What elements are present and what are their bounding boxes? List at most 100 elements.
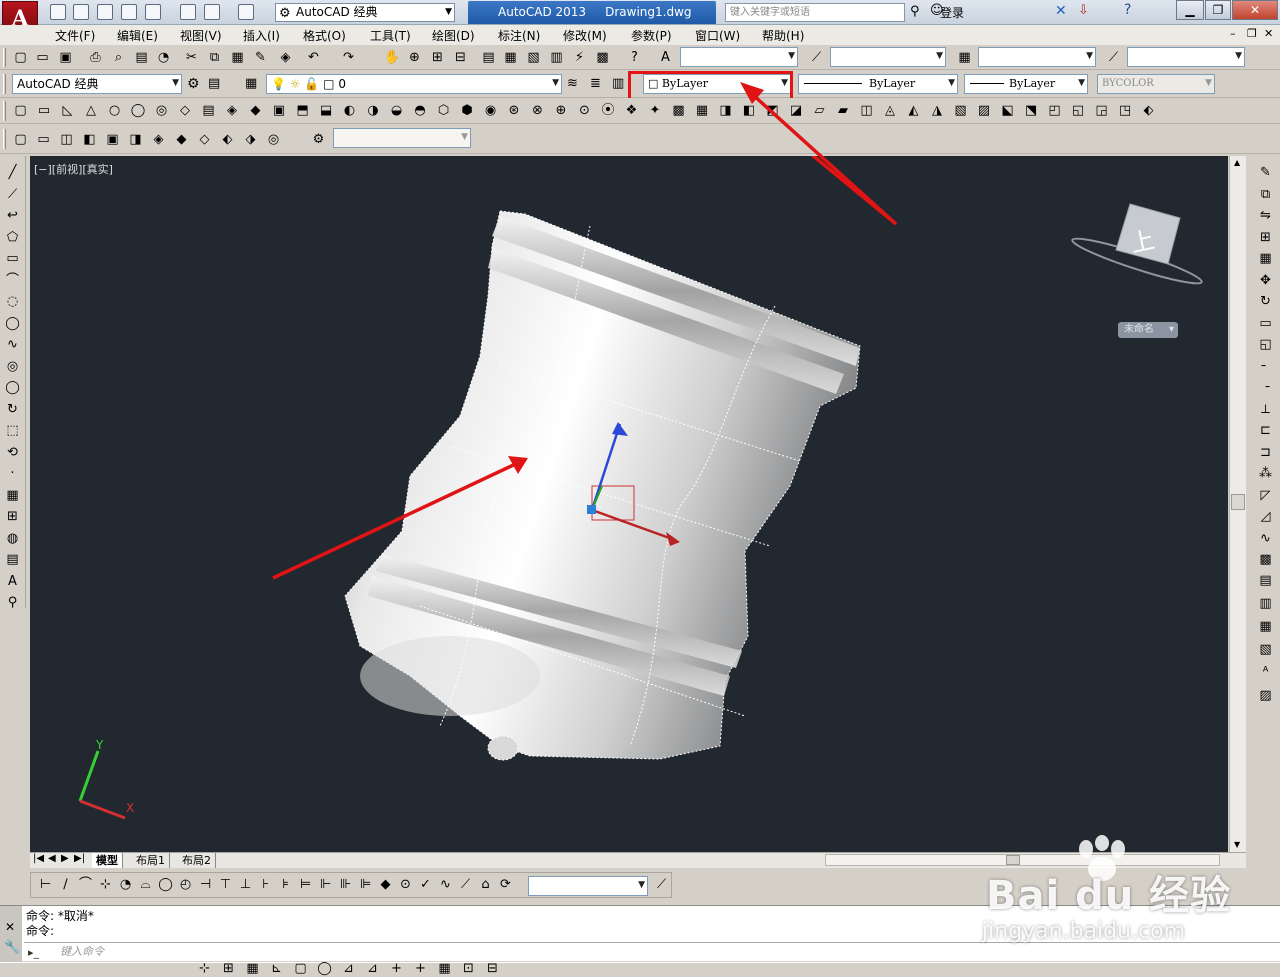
tab-first-icon[interactable]: |◀ [33,853,44,864]
modeling-tool-icon-17[interactable]: ◒ [388,102,405,119]
dimension-tool-icon-21[interactable]: ∿ [437,876,454,893]
calculator-icon[interactable]: ▩ [594,49,611,66]
workspace-combo[interactable]: AutoCAD 经典 ▼ [12,74,182,94]
view-tool-icon-3[interactable]: ◫ [58,131,75,148]
table-style-icon[interactable]: ▦ [956,49,973,66]
layer-manager-icon[interactable]: ▦ [245,76,262,93]
dimension-tool-icon-15[interactable]: ⊩ [317,876,334,893]
publish-icon[interactable]: ▤ [133,49,150,66]
dimension-tool-icon-3[interactable]: ⌒ [77,876,94,893]
dimension-tool-icon-1[interactable]: ⊢ [37,876,54,893]
draw-tool-icon-9[interactable]: ∿ [4,336,21,353]
3d-dwf-icon[interactable]: ◔ [155,49,172,66]
scroll-up-icon[interactable]: ▲ [1234,158,1240,167]
view-tool-icon-2[interactable]: ▭ [35,131,52,148]
status-toggle-icon-6[interactable]: ◯ [316,960,333,977]
modeling-tool-icon-5[interactable]: ○ [106,102,123,119]
dim-style-select[interactable]: ▼ [528,876,648,896]
menu-dimension[interactable]: 标注(N) [498,27,540,44]
modify-tool-icon-2[interactable]: ⧉ [1257,186,1274,203]
modeling-tool-icon-44[interactable]: ⬔ [1023,102,1040,119]
tab-layout1[interactable]: 布局1 [132,853,170,868]
view-tool-icon-10[interactable]: ⬖ [219,131,236,148]
modeling-tool-icon-2[interactable]: ▭ [36,102,53,119]
zoom-previous-icon[interactable]: ⊟ [452,49,469,66]
modeling-tool-icon-11[interactable]: ◆ [247,102,264,119]
doc-restore-button[interactable]: ❐ [1247,27,1257,40]
modify-tool-icon-15[interactable]: ⁂ [1257,465,1274,482]
modeling-tool-icon-6[interactable]: ◯ [130,102,147,119]
plot-preview-icon[interactable]: ⌕ [110,49,127,66]
layer-properties-icon[interactable]: ▤ [208,76,225,93]
modeling-tool-icon-45[interactable]: ◰ [1046,102,1063,119]
tab-prev-icon[interactable]: ◀ [48,853,56,864]
modify-tool-icon-4[interactable]: ⊞ [1257,229,1274,246]
modify-tool-icon-13[interactable]: ⊏ [1257,422,1274,439]
design-center-icon[interactable]: ▦ [502,49,519,66]
modify-tool-icon-17[interactable]: ◿ [1257,508,1274,525]
tool-palettes-icon[interactable]: ▧ [525,49,542,66]
help-search-input[interactable]: 键入关键字或短语 [725,3,905,22]
toolbar-grip[interactable] [3,74,6,94]
dimension-tool-icon-14[interactable]: ⊨ [297,876,314,893]
help-icon[interactable]: ? [626,49,643,66]
help-icon[interactable]: ? [1124,2,1131,18]
menu-edit[interactable]: 编辑(E) [117,27,158,44]
draw-tool-icon-2[interactable]: ⟋ [4,186,21,203]
status-toggle-icon-4[interactable]: ⊾ [268,960,285,977]
block-editor-icon[interactable]: ◈ [277,49,294,66]
modify-tool-icon-19[interactable]: ▩ [1257,551,1274,568]
workspace-settings-icon[interactable]: ⚙ [187,76,204,93]
dimension-tool-icon-10[interactable]: ⊤ [217,876,234,893]
draw-tool-icon-19[interactable]: ▤ [4,551,21,568]
close-button[interactable]: ✕ [1232,0,1278,20]
modeling-tool-icon-29[interactable]: ▩ [670,102,687,119]
draw-tool-icon-5[interactable]: ▭ [4,250,21,267]
status-toggle-icon-5[interactable]: ▢ [292,960,309,977]
dimension-tool-icon-23[interactable]: ⌂ [477,876,494,893]
open-icon[interactable]: ▭ [34,49,51,66]
menu-window[interactable]: 窗口(W) [695,27,740,44]
dimension-tool-icon-5[interactable]: ◔ [117,876,134,893]
dimension-tool-icon-24[interactable]: ⟳ [497,876,514,893]
modeling-tool-icon-23[interactable]: ⊗ [529,102,546,119]
status-toggle-icon-2[interactable]: ⊞ [220,960,237,977]
dimension-tool-icon-22[interactable]: ⟋ [457,876,474,893]
app-store-icon[interactable]: ⇩ [1078,3,1089,18]
hatch-order-icon[interactable]: ▨ [1257,687,1274,704]
menu-view[interactable]: 视图(V) [180,27,222,44]
modeling-tool-icon-9[interactable]: ▤ [200,102,217,119]
tab-layout2[interactable]: 布局2 [178,853,216,868]
modify-tool-icon-14[interactable]: ⊐ [1257,444,1274,461]
draw-tool-icon-1[interactable]: ╱ [4,164,21,181]
dimension-tool-icon-13[interactable]: ⊧ [277,876,294,893]
modify-tool-icon-9[interactable]: ◱ [1257,336,1274,353]
modeling-tool-icon-46[interactable]: ◱ [1070,102,1087,119]
undo-icon[interactable] [204,4,220,20]
draw-order-icon-2[interactable]: ▥ [1257,595,1274,612]
draw-tool-icon-7[interactable]: ◌ [4,293,21,310]
draw-tool-icon-21[interactable]: ⚲ [4,594,21,611]
lineweight-combo[interactable]: ByLayer ▼ [964,74,1088,94]
save-icon[interactable]: ▣ [57,49,74,66]
dimension-tool-icon-17[interactable]: ⊫ [357,876,374,893]
doc-minimize-button[interactable]: – [1230,27,1236,40]
draw-order-icon-4[interactable]: ▧ [1257,641,1274,658]
modeling-tool-icon-28[interactable]: ✦ [647,102,664,119]
draw-tool-icon-16[interactable]: ▦ [4,487,21,504]
modeling-tool-icon-43[interactable]: ⬕ [999,102,1016,119]
redo-icon[interactable] [238,4,254,20]
draw-tool-icon-14[interactable]: ⟲ [4,444,21,461]
login-link[interactable]: 登录 [940,4,964,21]
workspace-switcher[interactable]: ⚙ AutoCAD 经典 ▼ [275,3,455,22]
modeling-tool-icon-22[interactable]: ⊛ [506,102,523,119]
modify-tool-icon-6[interactable]: ✥ [1257,272,1274,289]
menu-file[interactable]: 文件(F) [55,27,95,44]
make-current-layer-icon[interactable]: ≋ [567,76,584,93]
wrench-icon[interactable]: 🔧 [4,940,20,955]
paste-icon[interactable]: ▦ [229,49,246,66]
draw-tool-icon-3[interactable]: ↩ [4,207,21,224]
view-tool-icon-8[interactable]: ◆ [173,131,190,148]
dim-style-icon[interactable]: ⟋ [808,49,825,66]
dimension-tool-icon-8[interactable]: ◴ [177,876,194,893]
